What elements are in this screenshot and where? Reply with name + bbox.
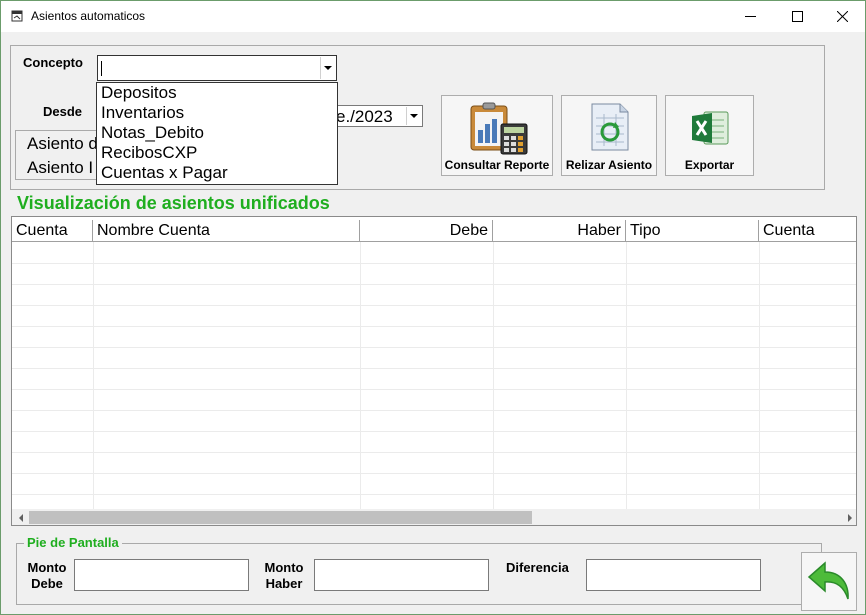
concepto-option-cuentas-x-pagar[interactable]: Cuentas x Pagar <box>97 163 337 183</box>
window-title: Asientos automaticos <box>31 9 146 23</box>
asiento-option-2[interactable]: Asiento I <box>27 158 93 178</box>
close-icon <box>836 11 848 22</box>
grid-row-line <box>12 494 856 495</box>
column-header-haber[interactable]: Haber <box>493 220 626 242</box>
monto-haber-label-line2: Haber <box>265 576 303 591</box>
minimize-button[interactable] <box>727 1 773 32</box>
grid-row-line <box>12 452 856 453</box>
horizontal-scrollbar[interactable] <box>12 509 856 525</box>
desde-date-picker[interactable]: e./2023 <box>333 105 423 127</box>
column-header-tipo[interactable]: Tipo <box>626 220 759 242</box>
report-calculator-icon <box>470 102 528 155</box>
maximize-button[interactable] <box>774 1 820 32</box>
column-header-cuenta[interactable]: Cuenta <box>12 220 93 242</box>
realizar-asiento-label: Relizar Asiento <box>565 158 653 172</box>
concepto-option-recibos-cxp[interactable]: RecibosCXP <box>97 143 337 163</box>
concepto-option-notas-debito[interactable]: Notas_Debito <box>97 123 337 143</box>
scrollbar-thumb[interactable] <box>29 511 532 524</box>
grid-column-line <box>493 242 494 512</box>
grid-row-line <box>12 347 856 348</box>
desde-value: e./2023 <box>336 107 393 126</box>
realizar-asiento-button[interactable]: Relizar Asiento <box>561 95 657 176</box>
chevron-down-icon[interactable] <box>406 107 421 125</box>
column-header-cuenta-2[interactable]: Cuenta <box>759 220 856 242</box>
diferencia-label: Diferencia <box>506 560 569 575</box>
grid-row-line <box>12 389 856 390</box>
grid-row-line <box>12 263 856 264</box>
title-bar: Asientos automaticos <box>1 1 865 32</box>
monto-haber-label: Monto Haber <box>260 560 308 592</box>
back-button[interactable] <box>801 552 857 611</box>
concepto-label: Concepto <box>23 55 83 70</box>
excel-icon <box>692 111 729 145</box>
asientos-grid[interactable]: Cuenta Nombre Cuenta Debe Haber Tipo Cue… <box>11 216 857 526</box>
grid-column-line <box>626 242 627 512</box>
grid-column-line <box>360 242 361 512</box>
concepto-option-inventarios[interactable]: Inventarios <box>97 103 337 123</box>
grid-row-line <box>12 305 856 306</box>
spreadsheet-refresh-icon <box>591 103 629 151</box>
grid-row-line <box>12 473 856 474</box>
chevron-down-icon[interactable] <box>320 57 335 79</box>
concepto-dropdown-list: Depositos Inventarios Notas_Debito Recib… <box>96 82 338 185</box>
grid-row-line <box>12 284 856 285</box>
monto-haber-field[interactable] <box>314 559 489 591</box>
monto-debe-label: Monto Debe <box>24 560 70 592</box>
text-caret <box>101 61 102 76</box>
concepto-option-depositos[interactable]: Depositos <box>97 83 337 103</box>
consultar-reporte-label: Consultar Reporte <box>444 158 550 172</box>
grid-column-line <box>759 242 760 512</box>
scroll-right-icon[interactable] <box>841 509 856 525</box>
grid-row-line <box>12 326 856 327</box>
monto-debe-label-line1: Monto <box>27 560 67 575</box>
grid-row-line <box>12 410 856 411</box>
asiento-options-box: Asiento d Asiento I <box>15 130 100 180</box>
diferencia-field[interactable] <box>586 559 761 591</box>
footer-legend: Pie de Pantalla <box>24 535 122 550</box>
column-header-debe[interactable]: Debe <box>360 220 493 242</box>
close-button[interactable] <box>819 1 865 32</box>
grid-column-line <box>93 242 94 512</box>
column-header-nombre-cuenta[interactable]: Nombre Cuenta <box>93 220 360 242</box>
minimize-icon <box>744 16 756 17</box>
scroll-left-icon[interactable] <box>12 509 29 525</box>
back-arrow-icon <box>807 561 849 600</box>
app-icon <box>11 10 23 22</box>
consultar-reporte-button[interactable]: Consultar Reporte <box>441 95 553 176</box>
maximize-icon <box>791 11 803 22</box>
monto-debe-field[interactable] <box>74 559 249 591</box>
monto-haber-label-line1: Monto <box>264 560 304 575</box>
desde-label: Desde <box>43 104 83 119</box>
monto-debe-label-line2: Debe <box>31 576 63 591</box>
grid-row-line <box>12 368 856 369</box>
grid-row-line <box>12 431 856 432</box>
exportar-label: Exportar <box>684 158 735 172</box>
concepto-select[interactable] <box>97 55 337 81</box>
asiento-option-1[interactable]: Asiento d <box>27 134 98 154</box>
exportar-button[interactable]: Exportar <box>665 95 754 176</box>
grid-section-title: Visualización de asientos unificados <box>17 193 330 213</box>
